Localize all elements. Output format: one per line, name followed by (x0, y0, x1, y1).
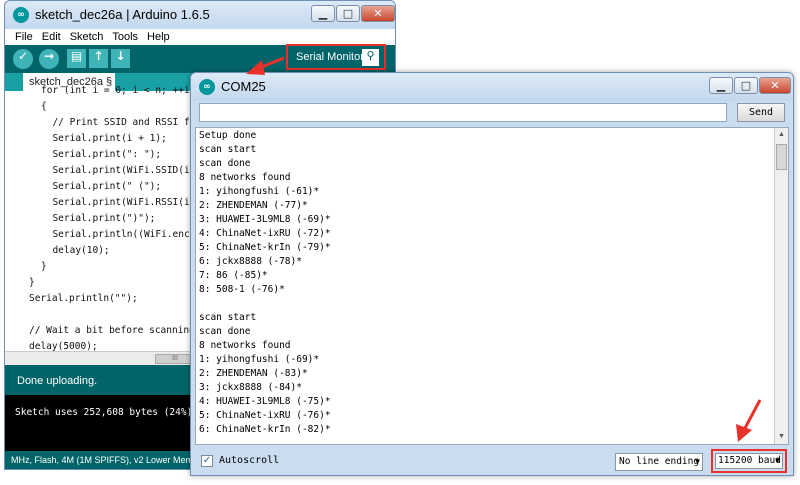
scroll-down-icon[interactable]: ▼ (775, 430, 788, 444)
com-window-title: COM25 (221, 79, 266, 94)
code-line: } (41, 261, 47, 272)
output-line: scan start (199, 144, 257, 155)
save-sketch-icon[interactable]: ↓ (111, 49, 130, 68)
output-line: 3: HUAWEI-3L9ML8 (-69)* (199, 214, 331, 225)
ide-titlebar: ∞ sketch_dec26a | Arduino 1.6.5 ▁ □ ✕ (5, 1, 395, 29)
output-line: scan start (199, 312, 257, 323)
serial-monitor-label: Serial Monitor (296, 51, 364, 63)
minimize-icon[interactable]: ▁ (311, 5, 335, 22)
output-line: 2: ZHENDEMAN (-83)* (199, 368, 308, 379)
output-line: 6: ChinaNet-krIn (-82)* (199, 424, 331, 435)
ide-window-title: sketch_dec26a | Arduino 1.6.5 (35, 7, 210, 22)
new-sketch-icon[interactable]: ▤ (67, 49, 86, 68)
serial-monitor-button[interactable]: Serial Monitor ⚲ (286, 44, 386, 70)
magnifier-icon: ⚲ (362, 49, 379, 66)
output-line: 6: jckx8888 (-78)* (199, 256, 302, 267)
autoscroll-checkbox[interactable]: ✓ (201, 455, 213, 467)
menu-help[interactable]: Help (147, 29, 170, 45)
upload-status: Done uploading. (17, 375, 98, 387)
scroll-up-icon[interactable]: ▲ (775, 128, 788, 142)
code-line: Serial.println(""); (29, 293, 138, 304)
baud-rate-value: 115200 baud (718, 455, 781, 466)
output-line: Setup done (199, 130, 257, 141)
output-line: scan done (199, 326, 251, 337)
baud-highlight: 115200 baud ▼ (711, 449, 787, 473)
chevron-down-icon: ▼ (695, 457, 700, 466)
maximize-icon[interactable]: □ (336, 5, 360, 22)
output-line: 5: ChinaNet-krIn (-79)* (199, 242, 331, 253)
arduino-logo-icon: ∞ (199, 79, 215, 95)
close-icon[interactable]: ✕ (361, 5, 395, 22)
close-icon[interactable]: ✕ (759, 77, 791, 94)
output-vertical-scrollbar[interactable]: ▲ ▼ (774, 128, 788, 444)
autoscroll-label: Autoscroll (219, 455, 280, 466)
verify-icon[interactable]: ✓ (13, 49, 33, 69)
output-line: 8: 508-1 (-76)* (199, 284, 285, 295)
code-line: Serial.print(i + 1); (41, 133, 167, 144)
code-line: delay(10); (41, 245, 110, 256)
code-line: { (41, 101, 47, 112)
output-line: 8 networks found (199, 172, 291, 183)
code-line: Serial.print(WiFi.RSSI(i)); (41, 197, 207, 208)
output-line: 7: 86 (-85)* (199, 270, 268, 281)
output-line: 3: jckx8888 (-84)* (199, 382, 302, 393)
maximize-icon[interactable]: □ (734, 77, 758, 94)
line-ending-select[interactable]: No line ending ▼ (615, 453, 703, 471)
code-line: Serial.print(" ("); (41, 181, 162, 192)
menu-tools[interactable]: Tools (112, 29, 138, 45)
output-scroll-thumb[interactable] (776, 144, 787, 170)
com-titlebar: ∞ COM25 ▁ □ ✕ (191, 73, 793, 101)
output-line: 8 networks found (199, 340, 291, 351)
code-line: for (int i = 0; i < n; ++i) (41, 85, 196, 96)
chevron-down-icon: ▼ (775, 456, 780, 465)
serial-monitor-window: ∞ COM25 ▁ □ ✕ Send Setup done scan start… (190, 72, 794, 476)
serial-monitor-footer: ✓ Autoscroll No line ending ▼ 115200 bau… (191, 447, 793, 475)
baud-rate-select[interactable]: 115200 baud ▼ (715, 453, 783, 469)
menu-edit[interactable]: Edit (42, 29, 61, 45)
line-ending-value: No line ending (619, 456, 700, 467)
output-line: 1: yihongfushi (-69)* (199, 354, 320, 365)
menu-file[interactable]: File (15, 29, 33, 45)
code-line: Serial.print(": "); (41, 149, 162, 160)
send-button[interactable]: Send (737, 103, 785, 122)
code-line: Serial.print(WiFi.SSID(i)); (41, 165, 207, 176)
output-line: scan done (199, 158, 251, 169)
serial-output[interactable]: Setup done scan start scan done 8 networ… (195, 127, 789, 445)
code-line: } (29, 277, 35, 288)
output-line: 4: ChinaNet-ixRU (-72)* (199, 228, 331, 239)
output-line: 4: HUAWEI-3L9ML8 (-75)* (199, 396, 331, 407)
upload-icon[interactable]: → (39, 49, 59, 69)
open-sketch-icon[interactable]: ↑ (89, 49, 108, 68)
menu-sketch[interactable]: Sketch (70, 29, 104, 45)
send-input[interactable] (199, 103, 727, 122)
arduino-logo-icon: ∞ (13, 7, 29, 23)
code-line: Serial.print(")"); (41, 213, 156, 224)
output-line: 5: ChinaNet-ixRU (-76)* (199, 410, 331, 421)
minimize-icon[interactable]: ▁ (709, 77, 733, 94)
editor-scroll-thumb[interactable]: III (155, 354, 195, 364)
output-line: 1: yihongfushi (-61)* (199, 186, 320, 197)
board-info: MHz, Flash, 4M (1M SPIFFS), v2 Lower Mem… (11, 455, 206, 465)
ide-menubar: File Edit Sketch Tools Help (5, 29, 395, 45)
output-line: 2: ZHENDEMAN (-77)* (199, 200, 308, 211)
